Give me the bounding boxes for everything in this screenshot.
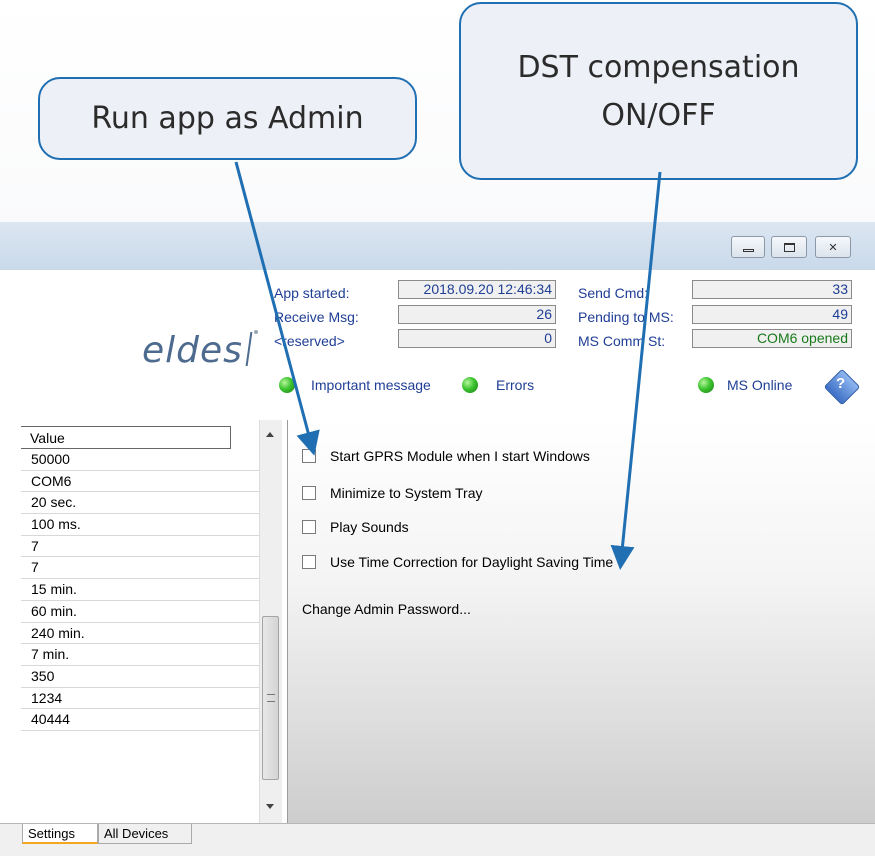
dst-correction-label: Use Time Correction for Daylight Saving … <box>330 554 614 570</box>
play-sounds-label: Play Sounds <box>330 519 409 535</box>
play-sounds-checkbox[interactable] <box>302 520 316 534</box>
table-row[interactable]: 7 min. <box>21 644 261 666</box>
table-row[interactable]: 7 <box>21 536 261 558</box>
table-row[interactable]: 240 min. <box>21 623 261 645</box>
change-admin-password-link[interactable]: Change Admin Password... <box>302 601 471 621</box>
bottom-tab-bar: Settings All Devices <box>0 823 875 849</box>
table-row[interactable]: 40444 <box>21 709 261 731</box>
help-question-mark: ? <box>836 375 846 392</box>
callout-admin-text: Run app as Admin <box>91 101 364 136</box>
table-row[interactable]: 7 <box>21 557 261 580</box>
close-icon: ✕ <box>828 241 838 254</box>
title-bar: ✕ <box>0 222 875 270</box>
table-row[interactable]: COM6 <box>21 471 261 493</box>
errors-led-icon <box>462 377 478 393</box>
app-started-field: 2018.09.20 12:46:34 <box>398 280 556 299</box>
scrollbar-thumb[interactable] <box>262 616 279 780</box>
minimize-icon <box>742 248 754 252</box>
reserved-label: <reserved> <box>274 333 345 349</box>
send-cmd-field: 33 <box>692 280 852 299</box>
value-column-header[interactable]: Value <box>21 426 231 449</box>
callout-dst-line2: ON/OFF <box>601 98 716 133</box>
table-row[interactable]: 350 <box>21 666 261 688</box>
ms-online-led-icon <box>698 377 714 393</box>
grip-icon <box>267 694 275 702</box>
minimize-tray-label: Minimize to System Tray <box>330 485 483 501</box>
pending-label: Pending to MS: <box>578 309 674 325</box>
callout-dst-line1: DST compensation <box>517 50 800 85</box>
table-row[interactable]: 60 min. <box>21 601 261 623</box>
maximize-icon <box>783 242 795 252</box>
logo-slash <box>245 332 253 366</box>
tab-settings[interactable]: Settings <box>22 824 98 844</box>
status-header: eldes App started: 2018.09.20 12:46:34 R… <box>0 270 875 421</box>
minimize-button[interactable] <box>731 236 765 258</box>
errors-label: Errors <box>496 377 535 393</box>
receive-msg-label: Receive Msg: <box>274 309 359 325</box>
table-row[interactable]: 15 min. <box>21 579 261 601</box>
send-cmd-label: Send Cmd: <box>578 285 649 301</box>
close-button[interactable]: ✕ <box>815 236 851 258</box>
gprs-autostart-label: Start GPRS Module when I start Windows <box>330 448 590 464</box>
callout-run-as-admin: Run app as Admin <box>38 77 417 160</box>
scroll-up-icon[interactable] <box>266 432 274 437</box>
callout-dst-compensation: DST compensation ON/OFF <box>459 2 858 180</box>
app-window: ✕ eldes App started: 2018.09.20 12:46:34… <box>0 222 875 856</box>
maximize-button[interactable] <box>771 236 807 258</box>
ms-comm-label: MS Comm St: <box>578 333 666 349</box>
table-row[interactable]: 1234 <box>21 688 261 710</box>
table-row[interactable]: 20 sec. <box>21 492 261 515</box>
table-row[interactable]: 100 ms. <box>21 514 261 536</box>
important-message-label: Important message <box>311 377 431 393</box>
value-rows: 50000 COM6 20 sec. 100 ms. 7 7 15 min. 60 min. 2… <box>21 449 261 731</box>
table-row[interactable]: 50000 <box>21 449 261 471</box>
eldes-logo: eldes <box>142 330 243 371</box>
ms-online-label: MS Online <box>727 377 793 393</box>
app-started-label: App started: <box>274 285 350 301</box>
gprs-autostart-checkbox[interactable] <box>302 449 316 463</box>
dst-correction-checkbox[interactable] <box>302 555 316 569</box>
reserved-field: 0 <box>398 329 556 348</box>
minimize-tray-checkbox[interactable] <box>302 486 316 500</box>
pending-field: 49 <box>692 305 852 324</box>
tab-all-devices[interactable]: All Devices <box>98 824 192 844</box>
vertical-scrollbar[interactable] <box>259 420 282 823</box>
ms-comm-status-field: COM6 opened <box>692 329 852 348</box>
receive-msg-field: 26 <box>398 305 556 324</box>
important-message-led-icon <box>279 377 295 393</box>
logo-mark <box>254 330 258 334</box>
settings-list: Value 50000 COM6 20 sec. 100 ms. 7 7 15 min. 60… <box>0 420 287 823</box>
options-panel: Start GPRS Module when I start Windows M… <box>287 420 875 823</box>
scroll-down-icon[interactable] <box>266 804 274 809</box>
